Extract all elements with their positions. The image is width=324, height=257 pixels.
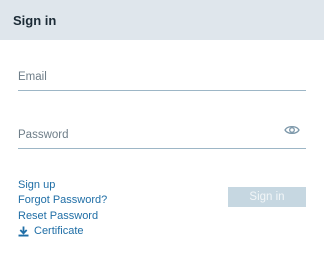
- download-icon: [18, 226, 29, 237]
- reset-password-link[interactable]: Reset Password: [18, 209, 107, 224]
- dialog-title: Sign in: [13, 13, 57, 28]
- sign-up-link[interactable]: Sign up: [18, 178, 107, 193]
- eye-icon[interactable]: [284, 124, 300, 136]
- password-field[interactable]: [18, 123, 306, 147]
- email-field-container: [18, 65, 306, 91]
- auth-links: Sign up Forgot Password? Reset Password …: [18, 178, 107, 239]
- forgot-password-link[interactable]: Forgot Password?: [18, 193, 107, 208]
- certificate-link[interactable]: Certificate: [18, 224, 107, 239]
- certificate-label: Certificate: [34, 224, 84, 237]
- password-field-container: [18, 123, 306, 149]
- dialog-header: Sign in: [0, 0, 324, 40]
- email-field[interactable]: [18, 65, 306, 89]
- sign-in-button[interactable]: Sign in: [228, 187, 306, 207]
